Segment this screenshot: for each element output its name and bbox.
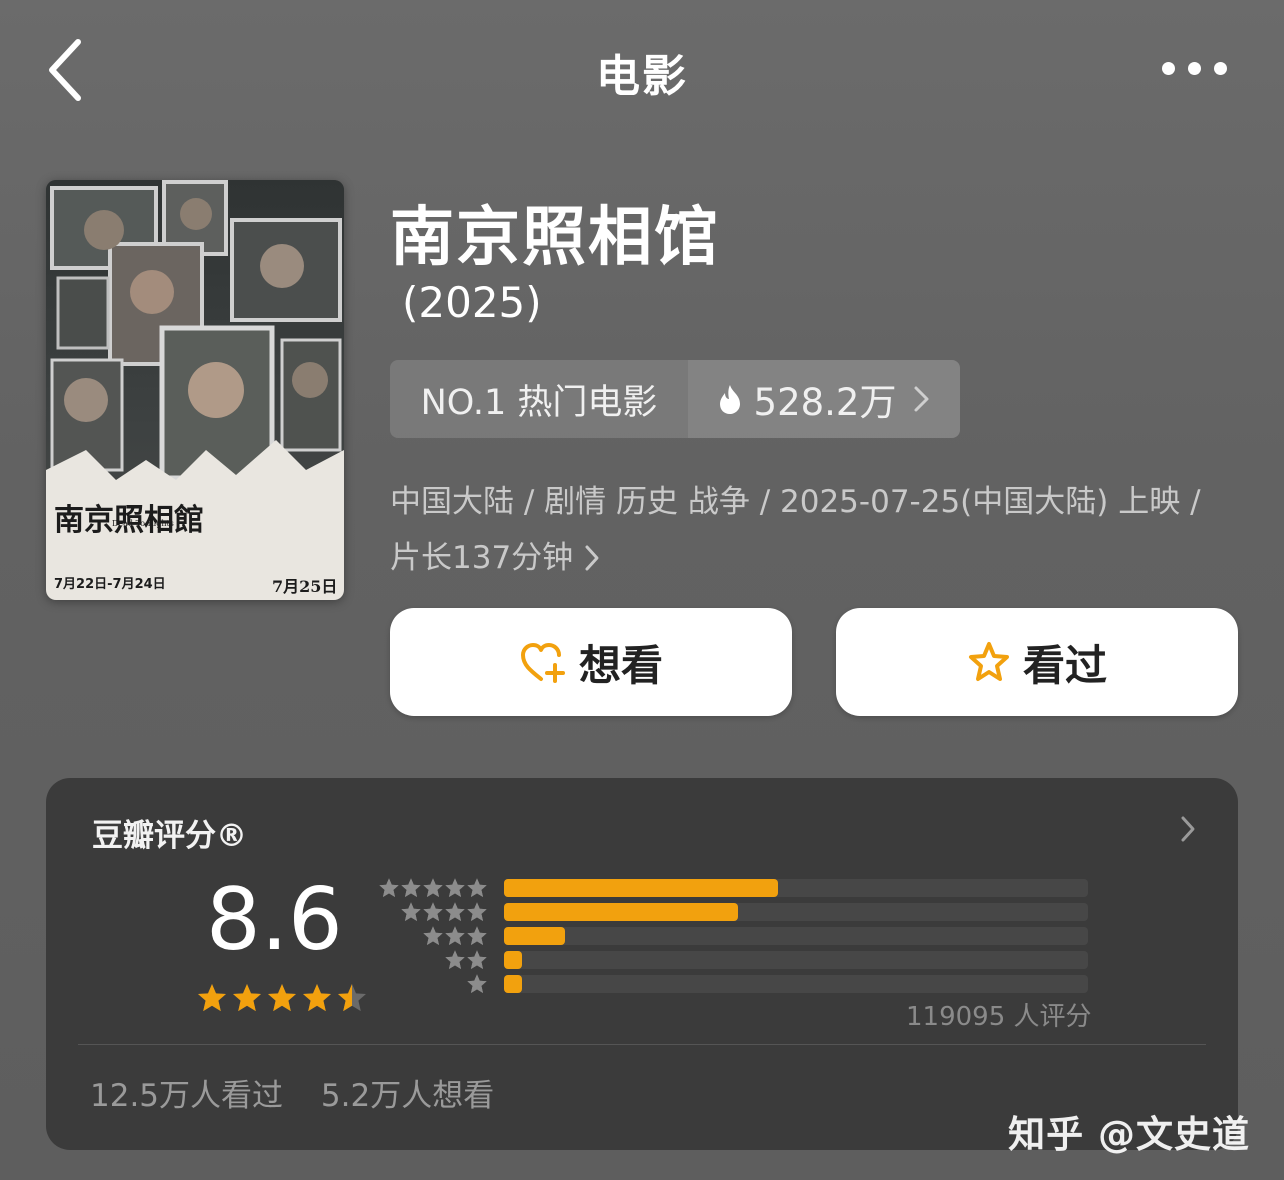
star-icon xyxy=(338,984,366,1012)
small-star-icon xyxy=(445,926,465,945)
small-star-icon xyxy=(445,878,465,897)
star-icon xyxy=(233,984,261,1012)
rating-bar-track xyxy=(504,927,1088,945)
rating-count: 119095 人评分 xyxy=(906,1002,1092,1032)
small-star-icon xyxy=(423,926,443,945)
rating-bar-track xyxy=(504,951,1088,969)
heat-value: 528.2万 xyxy=(753,381,897,424)
ranking-bar[interactable]: NO.1 热门电影 528.2万 xyxy=(390,360,960,438)
row-stars xyxy=(378,877,488,899)
flame-icon xyxy=(719,385,740,414)
star-icon xyxy=(198,984,226,1012)
want-count: 5.2万人想看 xyxy=(320,1078,495,1114)
more-dots-icon xyxy=(1162,62,1175,75)
seen-button[interactable]: 看过 xyxy=(836,608,1238,716)
movie-meta: 中国大陆 / 剧情 历史 战争 / 2025-07-25(中国大陆) 上映 / … xyxy=(390,474,1250,586)
small-star-icon xyxy=(467,974,487,993)
want-label: 想看 xyxy=(578,640,663,690)
star-icon xyxy=(268,984,296,1012)
rating-card[interactable]: 豆瓣评分® 8.6 119095 人评分 12.5万人看过 5.2万人想看 xyxy=(46,778,1238,1150)
heart-plus-icon xyxy=(520,643,565,683)
movie-poster[interactable]: 南京照相館 Dead To Rights 7月22日-7月24日 7月25日 xyxy=(46,180,344,600)
movie-title: 南京照相馆 xyxy=(390,201,720,275)
small-star-icon xyxy=(467,926,487,945)
movie-year: (2025) xyxy=(402,278,542,327)
row-stars xyxy=(378,949,488,971)
rank-label[interactable]: NO.1 热门电影 xyxy=(390,360,688,438)
chevron-right-icon xyxy=(585,545,599,571)
rating-bar-fill xyxy=(504,903,738,921)
rating-bar-fill xyxy=(504,879,779,897)
small-star-icon xyxy=(467,902,487,921)
rating-stars xyxy=(196,982,368,1014)
page-title: 电影 xyxy=(596,51,688,102)
rating-bar-fill xyxy=(504,975,522,993)
poster-subtitle-text: Dead To Rights xyxy=(112,519,174,528)
chevron-right-icon xyxy=(914,386,929,412)
rating-score: 8.6 xyxy=(206,870,343,970)
audience-stats: 12.5万人看过 5.2万人想看 xyxy=(90,1070,522,1115)
watermark: 知乎 @文史道 xyxy=(1008,1113,1250,1156)
poster-release-text: 7月25日 xyxy=(272,577,337,596)
star-outline-icon xyxy=(968,642,1009,681)
small-star-icon xyxy=(467,878,487,897)
duration-link[interactable]: 片长137分钟 xyxy=(390,530,1250,586)
row-stars xyxy=(378,973,488,995)
small-star-icon xyxy=(401,902,421,921)
small-star-icon xyxy=(423,902,443,921)
star-icon xyxy=(303,984,331,1012)
poster-dates-text: 7月22日-7月24日 xyxy=(54,577,166,592)
seen-label: 看过 xyxy=(1022,640,1107,690)
divider xyxy=(78,1044,1206,1045)
want-to-watch-button[interactable]: 想看 xyxy=(390,608,792,716)
small-star-icon xyxy=(423,878,443,897)
row-stars xyxy=(378,925,488,947)
nav-bar: 电影 xyxy=(0,0,1284,140)
small-star-icon xyxy=(401,878,421,897)
small-star-icon xyxy=(445,950,465,969)
rating-bar-track xyxy=(504,879,1088,897)
rating-bar-track xyxy=(504,903,1088,921)
small-star-icon xyxy=(379,878,399,897)
meta-line-1: 中国大陆 / 剧情 历史 战争 / 2025-07-25(中国大陆) 上映 / xyxy=(390,484,1201,520)
small-star-icon xyxy=(467,950,487,969)
rating-title: 豆瓣评分® xyxy=(92,818,247,854)
rating-bar-fill xyxy=(504,927,566,945)
rating-bar-track xyxy=(504,975,1088,993)
small-star-icon xyxy=(445,902,465,921)
meta-line-2: 片长137分钟 xyxy=(390,540,574,576)
poster-image: 南京照相館 Dead To Rights 7月22日-7月24日 7月25日 xyxy=(46,180,344,600)
seen-count: 12.5万人看过 xyxy=(90,1078,284,1114)
chevron-right-icon[interactable] xyxy=(1178,814,1198,844)
row-stars xyxy=(378,901,488,923)
more-button[interactable] xyxy=(1162,60,1228,78)
rating-bar-fill xyxy=(504,951,522,969)
heat-index[interactable]: 528.2万 xyxy=(688,360,960,438)
